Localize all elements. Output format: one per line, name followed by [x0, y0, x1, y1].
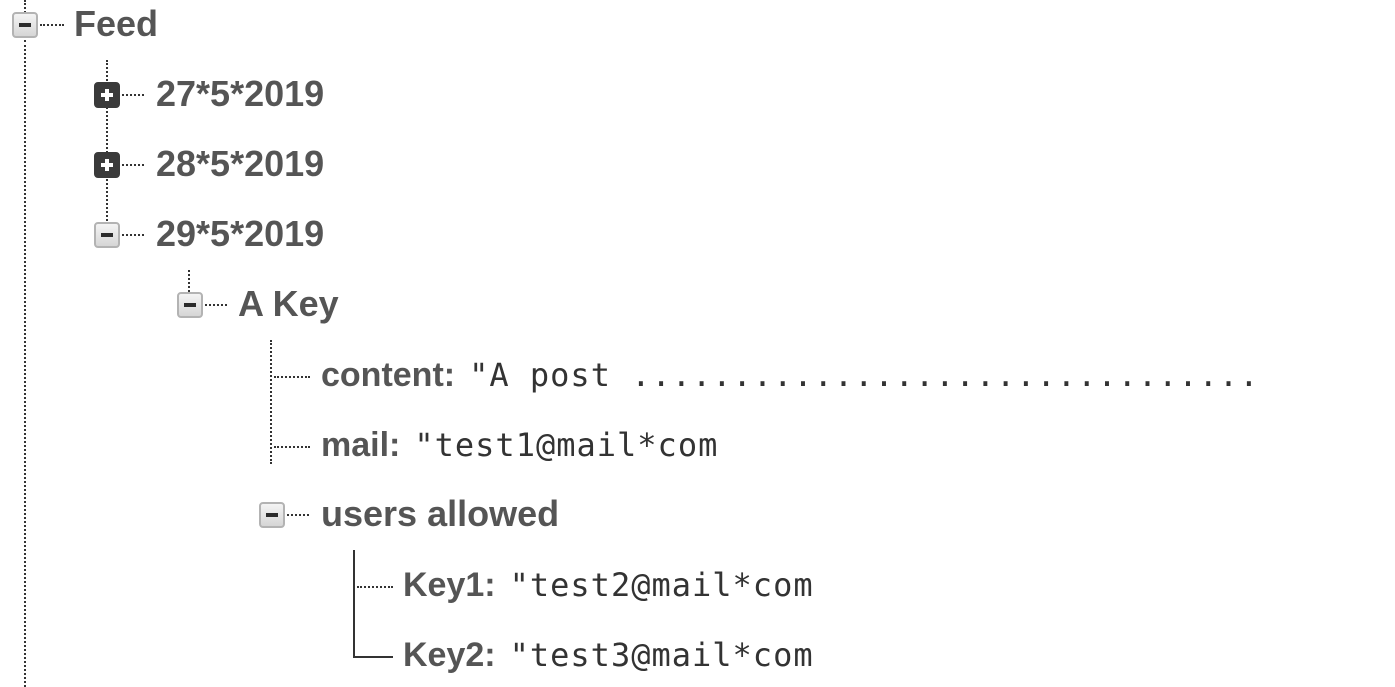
expand-toggle-28-5-2019[interactable] — [94, 152, 120, 178]
database-tree: Feed 27*5*2019 28*5*2019 29*5*2019 A Key… — [0, 0, 1395, 687]
node-label-a-key[interactable]: A Key — [238, 284, 339, 324]
minus-icon — [19, 23, 31, 27]
tree-connector — [188, 270, 190, 292]
minus-icon — [101, 233, 113, 237]
minus-icon — [266, 513, 278, 517]
field-value-content: "A post ............................... — [469, 356, 1260, 394]
collapse-toggle-29-5-2019[interactable] — [94, 222, 120, 248]
field-row-mail[interactable]: mail: "test1@mail*com — [321, 425, 727, 472]
field-row-key2[interactable]: Key2: "test3@mail*com — [403, 635, 821, 682]
field-key-mail: mail: — [321, 426, 401, 464]
expand-toggle-27-5-2019[interactable] — [94, 82, 120, 108]
tree-connector — [40, 24, 64, 26]
field-key-key1: Key1: — [403, 566, 496, 604]
node-label-users-allowed[interactable]: users allowed — [321, 494, 559, 534]
collapse-toggle-a-key[interactable] — [177, 292, 203, 318]
tree-connector — [270, 340, 272, 464]
node-label-28-5-2019[interactable]: 28*5*2019 — [156, 144, 324, 184]
tree-connector — [353, 550, 355, 658]
tree-connector — [287, 514, 309, 516]
tree-connector — [274, 446, 310, 448]
node-label-29-5-2019[interactable]: 29*5*2019 — [156, 214, 324, 254]
field-key-content: content: — [321, 356, 456, 394]
tree-connector — [357, 586, 393, 588]
field-key-key2: Key2: — [403, 636, 496, 674]
collapse-toggle-users-allowed[interactable] — [259, 502, 285, 528]
minus-icon — [184, 303, 196, 307]
field-row-key1[interactable]: Key1: "test2@mail*com — [403, 565, 821, 612]
node-label-feed[interactable]: Feed — [74, 4, 158, 44]
field-value-mail: "test1@mail*com — [414, 426, 719, 464]
collapse-toggle-feed[interactable] — [12, 12, 38, 38]
plus-icon-vertical — [105, 159, 109, 171]
tree-connector — [353, 656, 393, 658]
tree-connector — [122, 94, 144, 96]
tree-connector — [274, 376, 310, 378]
field-value-key2: "test3@mail*com — [509, 636, 814, 674]
tree-connector — [24, 40, 26, 687]
tree-connector — [122, 234, 144, 236]
plus-icon-vertical — [105, 89, 109, 101]
field-row-content[interactable]: content: "A post ........................… — [321, 355, 1395, 402]
field-value-key1: "test2@mail*com — [509, 566, 814, 604]
node-label-27-5-2019[interactable]: 27*5*2019 — [156, 74, 324, 114]
tree-connector — [205, 304, 227, 306]
tree-connector — [122, 164, 144, 166]
